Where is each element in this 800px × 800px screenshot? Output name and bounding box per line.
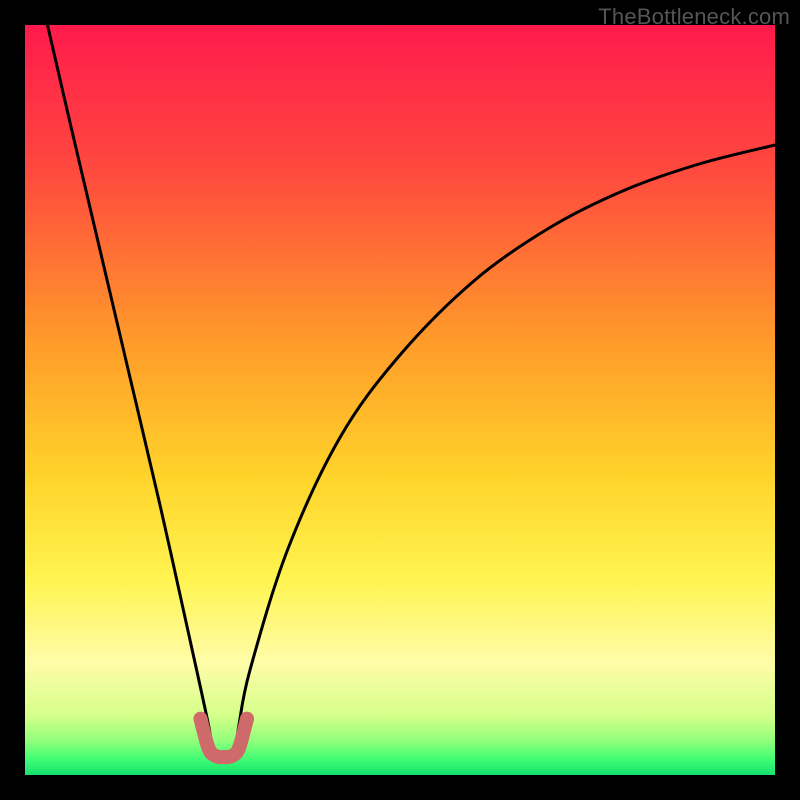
watermark-text: TheBottleneck.com	[598, 4, 790, 30]
valley-dot	[240, 712, 254, 726]
plot-area	[25, 25, 775, 775]
bottleneck-curve	[48, 25, 776, 757]
chart-frame: TheBottleneck.com	[0, 0, 800, 800]
curve-layer	[25, 25, 775, 775]
valley-dot	[232, 742, 246, 756]
valley-dot	[194, 712, 208, 726]
